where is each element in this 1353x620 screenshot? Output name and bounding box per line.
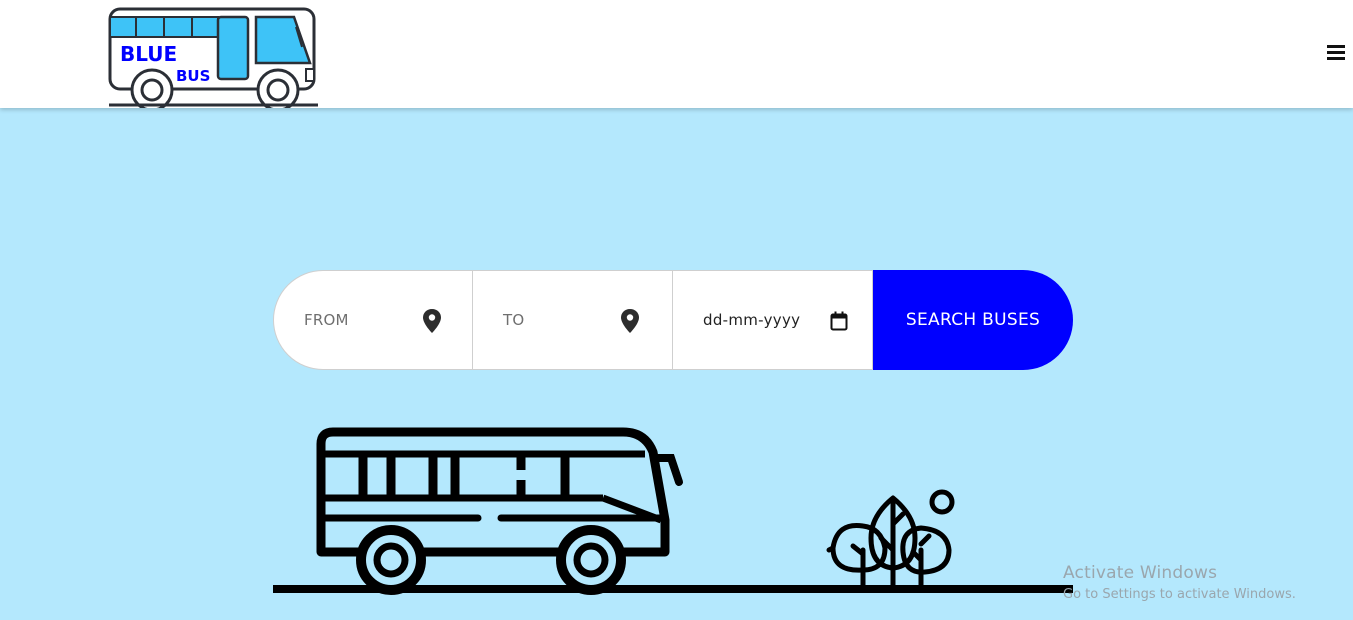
location-pin-icon: [621, 309, 639, 333]
to-field[interactable]: TO: [473, 270, 673, 370]
navbar: BLUE BUS: [0, 0, 1353, 108]
from-placeholder: FROM: [304, 311, 349, 329]
to-placeholder: TO: [503, 311, 525, 329]
brand-line2: BUS: [176, 67, 210, 85]
date-field[interactable]: dd-mm-yyyy: [673, 270, 873, 370]
calendar-icon[interactable]: [830, 311, 848, 331]
search-buses-button[interactable]: SEARCH BUSES: [873, 270, 1073, 370]
activate-title: Activate Windows: [1063, 563, 1218, 583]
location-pin-icon: [423, 309, 441, 333]
hamburger-menu-icon[interactable]: [1323, 42, 1349, 68]
activate-windows-watermark: Activate Windows Go to Settings to activ…: [1063, 563, 1296, 602]
bus-illustration: [273, 427, 1073, 595]
from-field[interactable]: FROM: [273, 270, 473, 370]
date-placeholder: dd-mm-yyyy: [703, 311, 801, 329]
activate-subtitle: Go to Settings to activate Windows.: [1063, 587, 1296, 602]
blue-bus-logo[interactable]: BLUE BUS: [106, 5, 320, 108]
trees-illustration: [826, 489, 955, 589]
brand-line1: BLUE: [120, 42, 177, 66]
bus-search-bar: FROM TO dd-mm-yyyy SEARCH BUSES: [273, 270, 1073, 370]
